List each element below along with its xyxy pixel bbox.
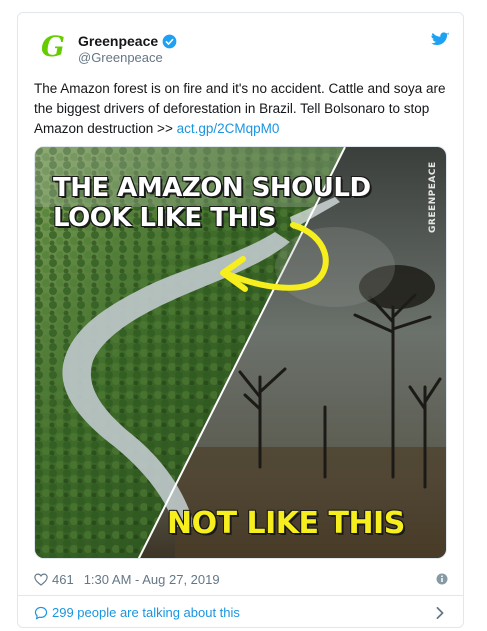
twitter-bird-icon[interactable]	[431, 31, 449, 47]
greenpeace-watermark: GREENPEACE	[428, 161, 438, 233]
info-icon[interactable]	[436, 573, 448, 585]
likes-number: 461	[52, 571, 74, 587]
account-name[interactable]: Greenpeace	[78, 33, 177, 49]
tweet-image[interactable]: THE AMAZON SHOULD LOOK LIKE THIS NOT LIK…	[34, 146, 447, 559]
overlay-footer-text: NOT LIKE THIS	[167, 506, 405, 541]
tweet-link[interactable]: act.gp/2CMqpM0	[177, 121, 280, 136]
tweet-meta: 461 1:30 AM - Aug 27, 2019	[34, 569, 448, 589]
greenpeace-logo-avatar[interactable]: G	[34, 29, 68, 63]
greenpeace-g-icon: G	[41, 31, 65, 61]
svg-text:G: G	[41, 31, 65, 61]
talking-count-text[interactable]: 299 people are talking about this	[52, 605, 240, 620]
chevron-right-icon[interactable]	[435, 607, 445, 619]
overlay-headline-line2: LOOK LIKE THIS	[53, 203, 277, 233]
tweet-header: G Greenpeace @Greenpeace	[18, 13, 463, 73]
account-name-text[interactable]: Greenpeace	[78, 33, 158, 49]
verified-badge-icon	[162, 34, 177, 48]
like-count[interactable]: 461	[34, 572, 74, 587]
tweet-text: The Amazon forest is on fire and it's no…	[34, 79, 454, 139]
speech-bubble-icon	[34, 606, 48, 620]
account-handle[interactable]: @Greenpeace	[78, 50, 163, 65]
heart-icon[interactable]	[34, 573, 48, 586]
conversation-link[interactable]: 299 people are talking about this	[18, 595, 463, 629]
tweet-timestamp[interactable]: 1:30 AM - Aug 27, 2019	[84, 572, 220, 587]
tweet-card[interactable]: G Greenpeace @Greenpeace The Amazon fore…	[17, 12, 464, 628]
overlay-headline-line1: THE AMAZON SHOULD	[53, 173, 371, 203]
